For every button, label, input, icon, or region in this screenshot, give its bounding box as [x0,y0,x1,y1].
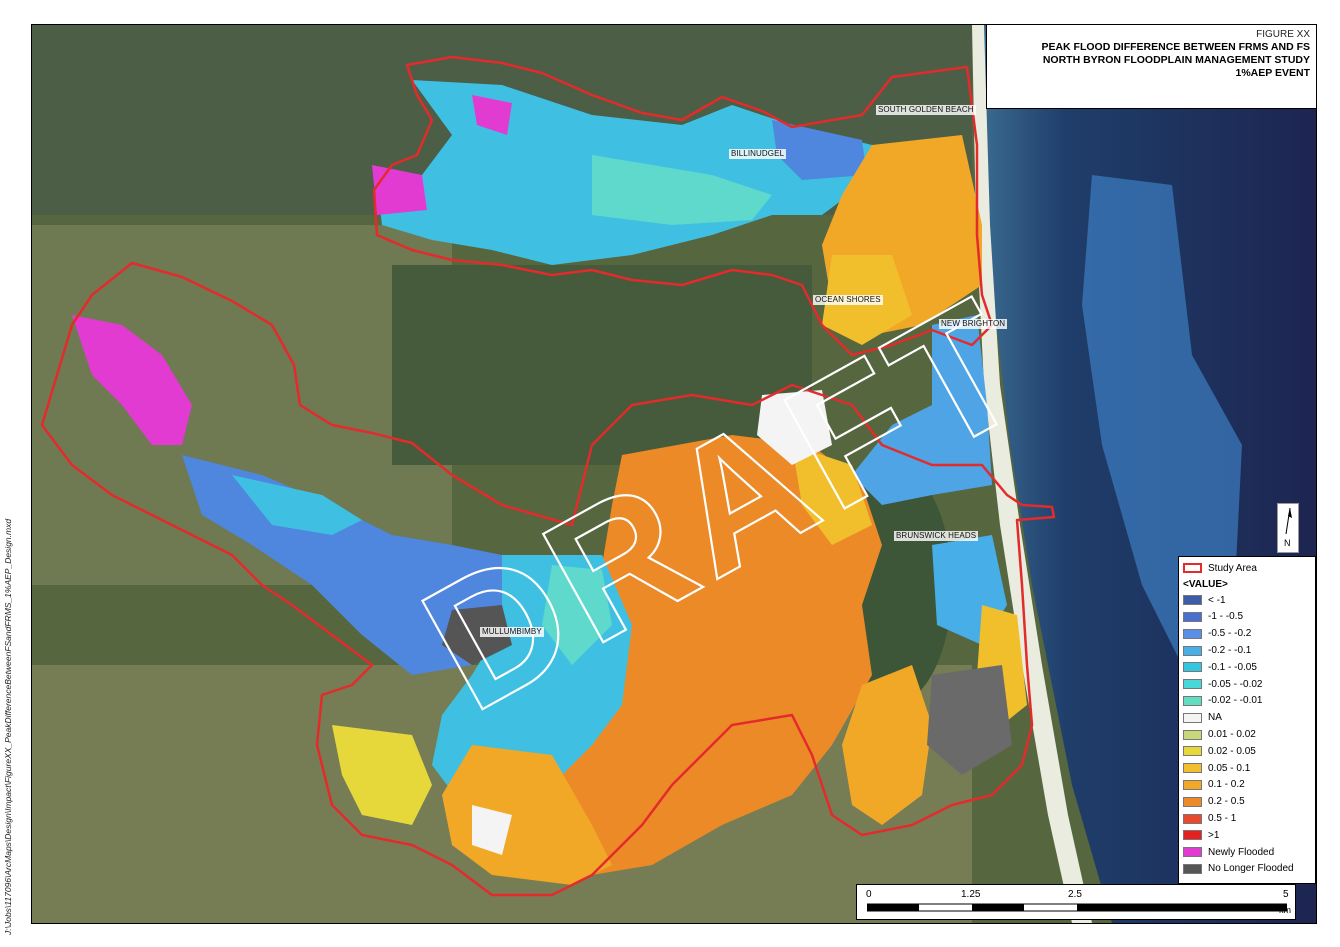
north-arrow-icon [1285,507,1292,535]
title-line-3: 1%AEP EVENT [1235,67,1311,79]
place-ocean-shores: OCEAN SHORES [813,295,883,305]
legend-study-area-label: Study Area [1208,562,1257,574]
legend-item: -0.2 - -0.1 [1183,642,1311,659]
legend-item: >1 [1183,827,1311,844]
legend-swatch [1183,729,1202,740]
title-line-1: PEAK FLOOD DIFFERENCE BETWEEN FRMS AND F… [1041,41,1310,53]
scale-bar-graphic [867,903,1287,912]
legend-swatch [1183,779,1202,790]
legend-item: 0.02 - 0.05 [1183,743,1311,760]
legend-swatch [1183,679,1202,690]
legend-swatch [1183,763,1202,774]
scale-bar: 0 1.25 2.5 5 km [856,884,1296,920]
scale-tick-3: 5 [1283,889,1289,900]
legend-item: -1 - -0.5 [1183,609,1311,626]
legend-item: -0.1 - -0.05 [1183,659,1311,676]
legend-swatch [1183,628,1202,639]
legend-item-label: -0.1 - -0.05 [1208,661,1257,673]
legend-swatch [1183,712,1202,723]
scale-tick-1: 1.25 [961,889,981,900]
legend-item-label: < -1 [1208,594,1226,606]
legend-swatch [1183,813,1202,824]
scale-tick-2: 2.5 [1068,889,1082,900]
legend-item-label: -0.2 - -0.1 [1208,645,1252,657]
legend-study-area: Study Area [1183,560,1311,577]
place-mullumbimby: MULLUMBIMBY [480,627,544,637]
legend-item-label: NA [1208,712,1222,724]
file-path-label: J:\Jobs\117096\ArcMaps\Design\Impact\Fig… [3,518,13,935]
title-line-2: NORTH BYRON FLOODPLAIN MANAGEMENT STUDY [1042,54,1310,66]
legend-study-area-swatch [1183,563,1202,574]
legend-items: < -1 -1 - -0.5 -0.5 - -0.2 -0.2 - -0.1 -… [1183,592,1311,878]
legend-item-label: 0.01 - 0.02 [1208,729,1256,741]
legend-swatch [1183,847,1202,858]
north-arrow: N [1277,503,1299,553]
legend-item-label: -0.02 - -0.01 [1208,695,1263,707]
legend-item-label: Newly Flooded [1208,846,1275,858]
legend-item-label: >1 [1208,829,1220,841]
legend-swatch [1183,796,1202,807]
legend-item: Newly Flooded [1183,844,1311,861]
legend-swatch [1183,746,1202,757]
legend-item-label: 0.05 - 0.1 [1208,762,1251,774]
legend-item-label: -1 - -0.5 [1208,611,1244,623]
legend-item-label: 0.2 - 0.5 [1208,796,1245,808]
legend-item: -0.02 - -0.01 [1183,693,1311,710]
legend-item: 0.01 - 0.02 [1183,726,1311,743]
place-billinudgel: BILLINUDGEL [729,149,787,159]
legend-item: 0.1 - 0.2 [1183,777,1311,794]
legend-item: -0.05 - -0.02 [1183,676,1311,693]
legend-swatch [1183,662,1202,673]
legend-item-label: 0.02 - 0.05 [1208,745,1256,757]
legend-item-label: No Longer Flooded [1208,863,1294,875]
legend-swatch [1183,645,1202,656]
place-brunswick-heads: BRUNSWICK HEADS [894,531,979,541]
north-label: N [1284,538,1291,548]
legend-item-label: -0.5 - -0.2 [1208,628,1252,640]
legend-item-label: 0.5 - 1 [1208,813,1237,825]
legend-swatch [1183,830,1202,841]
legend-value-header: <VALUE> [1183,578,1228,590]
place-new-brighton: NEW BRIGHTON [939,319,1008,329]
legend-item: < -1 [1183,592,1311,609]
title-block: FIGURE XX PEAK FLOOD DIFFERENCE BETWEEN … [986,25,1316,109]
place-south-golden-beach: SOUTH GOLDEN BEACH [876,105,976,115]
legend-item: No Longer Flooded [1183,861,1311,878]
legend-item: 0.5 - 1 [1183,810,1311,827]
legend-item: 0.05 - 0.1 [1183,760,1311,777]
legend-swatch [1183,695,1202,706]
map-frame: DRAFT SOUTH GOLDEN BEACH BILLINUDGEL OCE… [31,24,1317,924]
figure-label: FIGURE XX [1256,29,1310,40]
scale-tick-0: 0 [866,889,872,900]
scale-unit: km [1279,905,1291,915]
legend: Study Area <VALUE> < -1 -1 - -0.5 -0.5 -… [1178,556,1316,884]
legend-swatch [1183,863,1202,874]
legend-swatch [1183,595,1202,606]
legend-item: -0.5 - -0.2 [1183,625,1311,642]
legend-item-label: 0.1 - 0.2 [1208,779,1245,791]
legend-item: NA [1183,709,1311,726]
aerial-map: DRAFT [32,25,1316,923]
legend-item: 0.2 - 0.5 [1183,793,1311,810]
legend-item-label: -0.05 - -0.02 [1208,678,1263,690]
legend-swatch [1183,611,1202,622]
